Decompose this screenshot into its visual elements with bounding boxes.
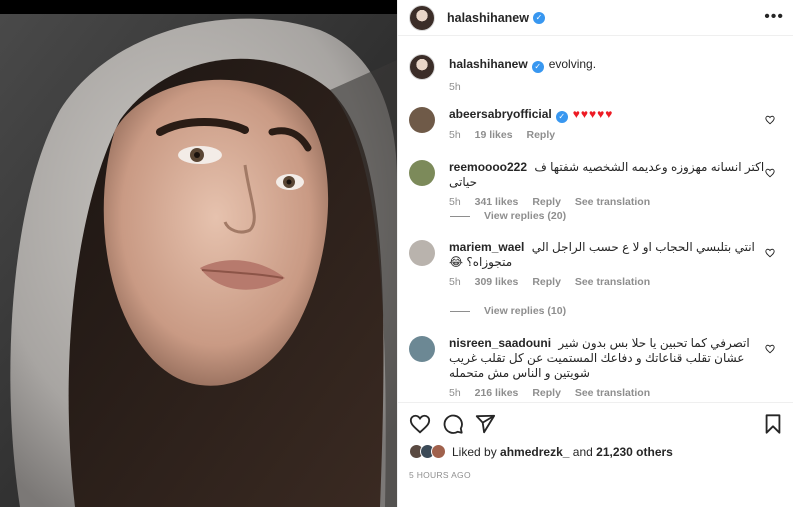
post-time-ago[interactable]: 5 HOURS AGO xyxy=(409,470,471,480)
more-options-icon[interactable]: ••• xyxy=(764,9,784,25)
caption-username[interactable]: halashihanew xyxy=(449,57,528,71)
likes-prefix: Liked by xyxy=(452,444,497,459)
liker-avatar[interactable] xyxy=(431,444,446,459)
verified-badge-icon: ✓ xyxy=(532,11,545,24)
likes-summary: Liked by ahmedrezk_ and 21,230 others xyxy=(409,444,673,459)
owner-avatar[interactable] xyxy=(409,4,435,31)
like-comment-heart-icon[interactable] xyxy=(765,168,775,178)
post-action-bar xyxy=(398,402,793,442)
comment-likes[interactable]: 341 likes xyxy=(475,196,519,208)
caption-text: evolving. xyxy=(548,57,597,71)
post-details-panel: halashihanew ✓ ••• halashihanew ✓ evolving… xyxy=(397,0,793,507)
top-black-bar xyxy=(0,0,397,14)
like-comment-heart-icon[interactable] xyxy=(765,344,775,354)
see-translation-button[interactable]: See translation xyxy=(575,387,650,399)
comment: nisreen_saadouni اتصرفي كما تحبين يا حلا… xyxy=(409,336,779,399)
comment-username[interactable]: nisreen_saadouni xyxy=(449,336,551,350)
comment-likes[interactable]: 216 likes xyxy=(475,387,519,399)
comment-text: ♥♥♥♥♥ xyxy=(572,107,614,121)
verified-badge-icon: ✓ xyxy=(555,110,568,123)
view-replies-button[interactable]: View replies (10) xyxy=(450,305,566,317)
like-comment-heart-icon[interactable] xyxy=(765,115,775,125)
caption-time: 5h xyxy=(449,80,461,93)
commenter-avatar[interactable] xyxy=(409,107,435,133)
likes-count[interactable]: 21,230 others xyxy=(596,445,673,459)
view-replies-label: View replies (10) xyxy=(484,305,567,317)
like-comment-heart-icon[interactable] xyxy=(765,248,775,258)
see-translation-button[interactable]: See translation xyxy=(575,196,650,208)
comment-time: 5h xyxy=(449,196,461,208)
liked-by-user[interactable]: ahmedrezk_ xyxy=(500,445,569,459)
likes-middle: and xyxy=(572,444,593,459)
replies-divider-line xyxy=(450,310,470,312)
reply-button[interactable]: Reply xyxy=(526,129,555,141)
caption: halashihanew ✓ evolving. 5h xyxy=(409,54,779,93)
comment-username[interactable]: abeersabryofficial xyxy=(449,107,552,121)
comment: abeersabryofficial ✓ ♥♥♥♥♥ 5h 19 likes Rep… xyxy=(409,107,779,141)
caption-avatar[interactable] xyxy=(409,54,435,80)
share-icon[interactable] xyxy=(474,413,496,435)
owner-username[interactable]: halashihanew xyxy=(447,11,529,25)
reply-button[interactable]: Reply xyxy=(532,276,561,288)
comment-username[interactable]: reemoooo222 xyxy=(449,160,527,174)
comment: reemoooo222 اكتر انسانه مهزوزه وعديمه ال… xyxy=(409,160,779,208)
view-replies-label: View replies (20) xyxy=(484,210,567,222)
commenter-avatar[interactable] xyxy=(409,336,435,362)
portrait-image xyxy=(0,0,397,507)
commenter-avatar[interactable] xyxy=(409,240,435,266)
comment-likes[interactable]: 19 likes xyxy=(475,129,513,141)
comment-time: 5h xyxy=(449,128,461,141)
reply-button[interactable]: Reply xyxy=(532,387,561,399)
heart-icon[interactable] xyxy=(409,413,431,435)
reply-button[interactable]: Reply xyxy=(532,196,561,208)
comment-likes[interactable]: 309 likes xyxy=(475,276,519,288)
comment-username[interactable]: mariem_wael xyxy=(449,240,524,254)
comment-time: 5h xyxy=(449,387,461,399)
comment-icon[interactable] xyxy=(442,413,464,435)
post-photo[interactable] xyxy=(0,0,397,507)
likes-text: Liked by ahmedrezk_ and 21,230 others xyxy=(452,445,673,459)
verified-badge-icon: ✓ xyxy=(531,60,544,73)
comment: mariem_wael انتي بتلبسي الحجاب او لا ع ح… xyxy=(409,240,779,288)
see-translation-button[interactable]: See translation xyxy=(575,276,650,288)
comment-time: 5h xyxy=(449,276,461,288)
bookmark-icon[interactable] xyxy=(762,413,784,435)
commenter-avatar[interactable] xyxy=(409,160,435,186)
replies-divider-line xyxy=(450,215,470,217)
view-replies-button[interactable]: View replies (20) xyxy=(450,210,566,222)
post-header: halashihanew ✓ ••• xyxy=(398,0,793,36)
